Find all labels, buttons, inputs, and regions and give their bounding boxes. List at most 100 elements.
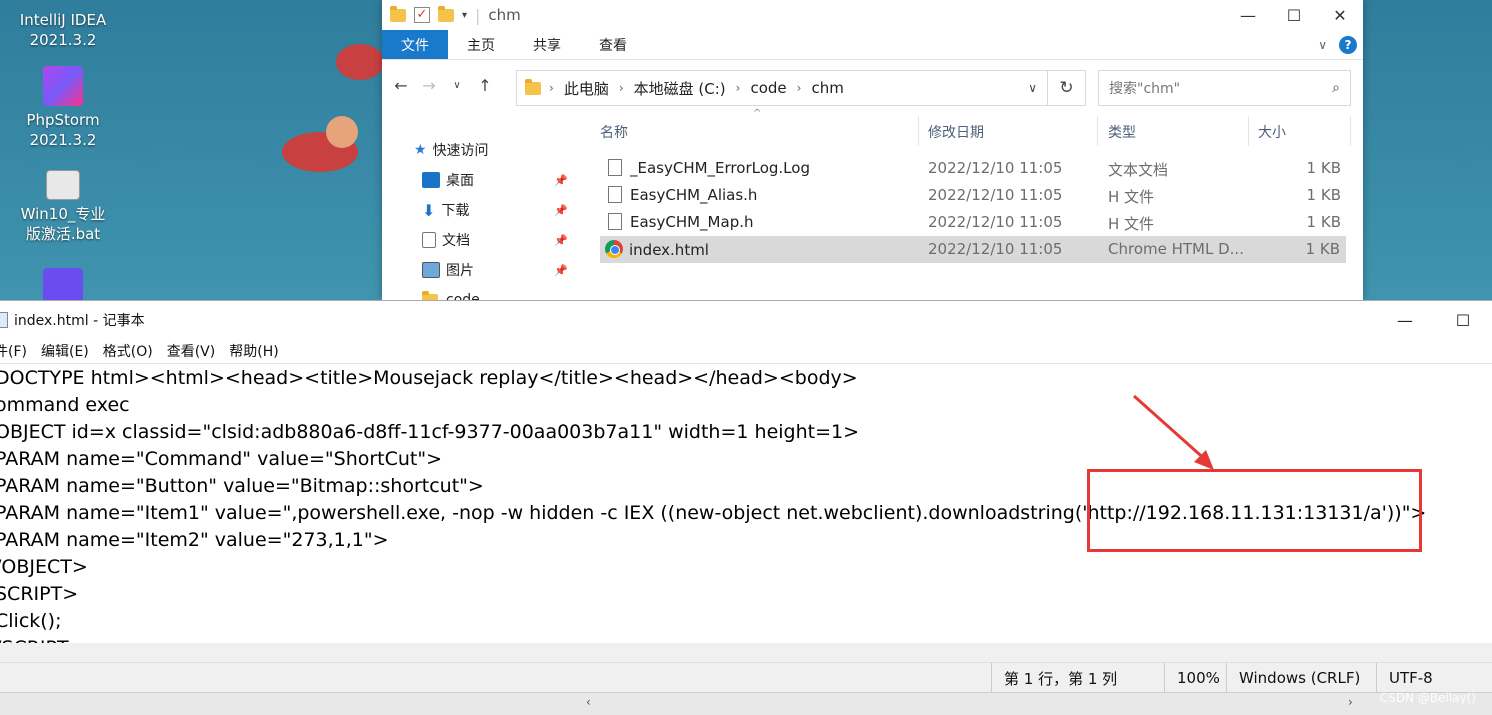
menu-view[interactable]: 查看(V)	[167, 341, 216, 361]
desktop-icon-phpstorm[interactable]: PhpStorm 2021.3.2	[8, 66, 118, 150]
notepad-title: index.html - 记事本	[14, 313, 145, 329]
text-line: SCRIPT>	[0, 583, 79, 605]
file-name: index.html	[629, 241, 709, 259]
nav-label: 快速访问	[432, 143, 489, 159]
annotation-arrow	[1133, 394, 1214, 470]
menu-edit[interactable]: 编辑(E)	[41, 341, 89, 361]
horizontal-scrollbar[interactable]	[0, 643, 1492, 662]
file-type: Chrome HTML D...	[1108, 240, 1244, 258]
maximize-button[interactable]: ☐	[1434, 301, 1492, 339]
new-folder-icon[interactable]	[438, 5, 454, 22]
refresh-button[interactable]: ↻	[1048, 70, 1086, 106]
phpstorm-icon	[43, 66, 83, 106]
minimize-button[interactable]: —	[1225, 0, 1271, 30]
breadcrumb-item[interactable]: chm	[805, 79, 849, 97]
column-header-type[interactable]: 类型	[1108, 122, 1136, 142]
file-name: EasyCHM_Alias.h	[630, 186, 758, 204]
expand-ribbon-icon[interactable]: ∨	[1318, 38, 1327, 52]
search-icon: ⌕	[1332, 80, 1340, 96]
help-icon[interactable]: ?	[1339, 36, 1357, 54]
nav-documents[interactable]: 文档 📌	[382, 225, 580, 255]
maximize-button[interactable]: ☐	[1271, 0, 1317, 30]
file-size: 1 KB	[1305, 240, 1340, 258]
text-line: DOCTYPE html><html><head><title>Mousejac…	[0, 367, 858, 389]
column-header-name[interactable]: 名称	[600, 122, 628, 142]
back-arrow-icon[interactable]: ←	[390, 76, 412, 95]
notepad-icon	[0, 312, 8, 328]
status-line-ending: Windows (CRLF)	[1226, 663, 1376, 693]
column-header-size[interactable]: 大小	[1258, 122, 1286, 142]
properties-icon[interactable]: ✓	[414, 7, 430, 23]
close-button[interactable]: ✕	[1317, 0, 1363, 30]
bottom-scrollbar[interactable]: ‹ ›	[0, 692, 1492, 715]
file-type: 文本文档	[1108, 161, 1169, 179]
pin-icon[interactable]: 📌	[554, 234, 568, 247]
file-list: 名称 ^ 修改日期 类型 大小 _EasyCHM_ErrorLog.Log 20…	[600, 108, 1363, 300]
column-header-date[interactable]: 修改日期	[928, 122, 984, 142]
tab-share[interactable]: 共享	[514, 30, 580, 59]
chevron-down-icon[interactable]: ∨	[1028, 81, 1037, 95]
file-row-selected[interactable]: index.html 2022/12/10 11:05 Chrome HTML …	[600, 236, 1346, 263]
column-headers: 名称 ^ 修改日期 类型 大小	[600, 108, 1363, 152]
file-size: 1 KB	[1306, 159, 1341, 177]
desktop-icon-label: 版激活.bat	[25, 225, 101, 243]
file-explorer-window: ✓ ▾ | chm — ☐ ✕ 文件 主页 共享 查看 ∨ ? ← → ∨ ↑ …	[382, 0, 1363, 300]
status-bar: 第 1 行，第 1 列 100% Windows (CRLF) UTF-8	[0, 662, 1492, 693]
sort-chevron-icon: ^	[753, 108, 762, 119]
menu-format[interactable]: 格式(O)	[103, 341, 153, 361]
search-input[interactable]: 搜索"chm"	[1109, 78, 1180, 98]
scroll-left-icon[interactable]: ‹	[586, 695, 591, 709]
creature-illustration	[282, 44, 384, 172]
nav-desktop[interactable]: 桌面 📌	[382, 165, 580, 195]
desktop-icon-intellij[interactable]: IntelliJ IDEA 2021.3.2	[8, 0, 118, 50]
text-line: Click();	[0, 610, 62, 632]
nav-label: 文档	[442, 233, 470, 249]
picture-icon	[422, 262, 440, 278]
nav-downloads[interactable]: ⬇ 下载 📌	[382, 195, 580, 225]
minimize-button[interactable]: —	[1376, 301, 1434, 339]
recent-locations-icon[interactable]: ∨	[446, 80, 468, 91]
breadcrumb-item[interactable]: 此电脑	[558, 78, 615, 99]
up-arrow-icon[interactable]: ↑	[474, 76, 496, 95]
desktop-icon-bat[interactable]: Win10_专业 版激活.bat	[8, 170, 118, 244]
menu-help[interactable]: 帮助(H)	[229, 341, 278, 361]
highlight-box	[1087, 469, 1422, 552]
tab-file[interactable]: 文件	[382, 30, 448, 59]
pin-icon[interactable]: 📌	[554, 264, 568, 277]
explorer-titlebar: ✓ ▾ | chm — ☐ ✕	[382, 0, 1363, 30]
address-bar[interactable]: › 此电脑 › 本地磁盘 (C:) › code › chm ∨	[516, 70, 1048, 106]
file-icon	[608, 186, 622, 203]
watermark: CSDN @Beilay()	[1379, 691, 1476, 705]
search-box[interactable]: 搜索"chm" ⌕	[1098, 70, 1351, 106]
folder-icon	[525, 78, 541, 95]
gear-icon	[46, 170, 80, 200]
file-name: _EasyCHM_ErrorLog.Log	[630, 159, 810, 177]
file-size: 1 KB	[1306, 186, 1341, 204]
file-row[interactable]: EasyCHM_Map.h 2022/12/10 11:05 H 文件 1 KB	[600, 209, 1363, 236]
tab-view[interactable]: 查看	[580, 30, 646, 59]
text-line: /OBJECT>	[0, 556, 88, 578]
tab-home[interactable]: 主页	[448, 30, 514, 59]
nav-pictures[interactable]: 图片 📌	[382, 255, 580, 285]
text-line: OBJECT id=x classid="clsid:adb880a6-d8ff…	[0, 421, 860, 443]
download-icon: ⬇	[422, 200, 436, 220]
file-size: 1 KB	[1306, 213, 1341, 231]
quick-access-dropdown-icon[interactable]: ▾	[462, 10, 467, 21]
notepad-menubar: 件(F) 编辑(E) 格式(O) 查看(V) 帮助(H)	[0, 339, 1492, 363]
intellij-icon	[43, 0, 83, 6]
file-row[interactable]: _EasyCHM_ErrorLog.Log 2022/12/10 11:05 文…	[600, 155, 1363, 182]
nav-code[interactable]: code	[382, 285, 580, 300]
window-title: chm	[488, 6, 521, 24]
text-line: ommand exec	[0, 394, 130, 416]
scroll-right-icon[interactable]: ›	[1348, 695, 1353, 709]
forward-arrow-icon[interactable]: →	[418, 76, 440, 95]
nav-quick-access[interactable]: ★ 快速访问	[382, 135, 580, 165]
file-row[interactable]: EasyCHM_Alias.h 2022/12/10 11:05 H 文件 1 …	[600, 182, 1363, 209]
breadcrumb-item[interactable]: code	[744, 79, 792, 97]
pin-icon[interactable]: 📌	[554, 204, 568, 217]
file-type: H 文件	[1108, 188, 1155, 206]
notepad-titlebar: index.html - 记事本 — ☐	[0, 301, 1492, 339]
menu-file[interactable]: 件(F)	[0, 341, 27, 361]
breadcrumb-item[interactable]: 本地磁盘 (C:)	[628, 78, 732, 99]
pin-icon[interactable]: 📌	[554, 174, 568, 187]
